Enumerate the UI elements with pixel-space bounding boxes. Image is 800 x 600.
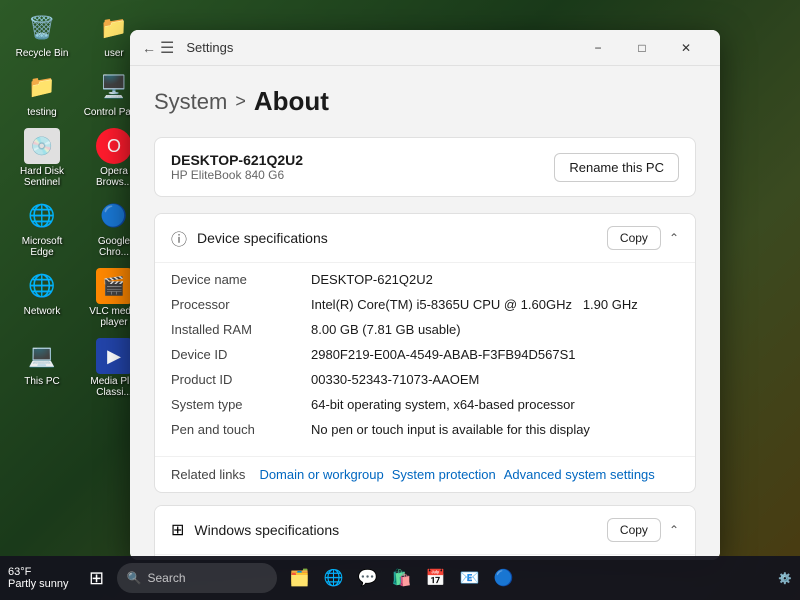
weather-temp: 63°F	[8, 566, 31, 578]
windows-specs-section: ⊞ Windows specifications Copy ⌃ Edition …	[154, 505, 696, 560]
domain-workgroup-link[interactable]: Domain or workgroup	[257, 467, 385, 482]
desktop-icons: 🗑️ Recycle Bin 📁 user 📁 testing 🖥️ Contr…	[10, 10, 146, 398]
page-header: System > About	[154, 86, 696, 117]
table-row: Device ID 2980F219-E00A-4549-ABAB-F3FB94…	[171, 342, 679, 367]
pc-name-info: DESKTOP-621Q2U2 HP EliteBook 840 G6	[171, 152, 303, 182]
device-spec-table: Device name DESKTOP-621Q2U2 Processor In…	[155, 262, 695, 456]
breadcrumb-separator: >	[235, 91, 246, 112]
hard-disk-sentinel-icon[interactable]: 💿 Hard Disk Sentinel	[10, 128, 74, 188]
microsoft-edge-icon[interactable]: 🌐 Microsoft Edge	[10, 198, 74, 258]
table-row: System type 64-bit operating system, x64…	[171, 392, 679, 417]
device-specs-header[interactable]: ⓘ Device specifications Copy ⌃	[155, 214, 695, 262]
taskbar-edge-icon[interactable]: 🌐	[319, 563, 349, 593]
maximize-button[interactable]: □	[620, 30, 664, 66]
settings-tray-icon[interactable]: ⚙️	[778, 572, 792, 585]
table-row: Processor Intel(R) Core(TM) i5-8365U CPU…	[171, 292, 679, 317]
taskbar-calendar-icon[interactable]: 📅	[421, 563, 451, 593]
taskbar-store-icon[interactable]: 🛍️	[387, 563, 417, 593]
nav-buttons: ← ☰	[142, 38, 174, 58]
section-header-right: Copy ⌃	[607, 226, 679, 250]
pc-model: HP EliteBook 840 G6	[171, 168, 303, 182]
table-row: Pen and touch No pen or touch input is a…	[171, 417, 679, 442]
close-button[interactable]: ✕	[664, 30, 708, 66]
windows-logo-icon: ⊞	[171, 520, 184, 540]
taskbar-pinned-icons: 🗂️ 🌐 💬 🛍️ 📅 📧 🔵	[285, 563, 519, 593]
minimize-button[interactable]: −	[576, 30, 620, 66]
taskbar-teams-icon[interactable]: 💬	[353, 563, 383, 593]
network-icon[interactable]: 🌐 Network	[10, 268, 74, 328]
section-header-left: ⓘ Device specifications	[171, 226, 328, 250]
taskbar-mail-icon[interactable]: 📧	[455, 563, 485, 593]
pc-name-card: DESKTOP-621Q2U2 HP EliteBook 840 G6 Rena…	[154, 137, 696, 197]
taskbar: 63°F Partly sunny ⊞ 🔍 Search 🗂️ 🌐 💬 🛍️ 📅…	[0, 556, 800, 600]
chevron-up-icon: ⌃	[669, 231, 679, 245]
weather-desc: Partly sunny	[8, 578, 69, 590]
pc-name: DESKTOP-621Q2U2	[171, 152, 303, 168]
taskbar-tray: ⚙️	[778, 572, 792, 585]
info-icon: ⓘ	[171, 226, 187, 250]
window-title: Settings	[186, 40, 233, 55]
this-pc-icon[interactable]: 💻 This PC	[10, 338, 74, 398]
desktop: 🗑️ Recycle Bin 📁 user 📁 testing 🖥️ Contr…	[0, 0, 800, 600]
windows-specs-header[interactable]: ⊞ Windows specifications Copy ⌃	[155, 506, 695, 554]
main-content: System > About DESKTOP-621Q2U2 HP EliteB…	[130, 66, 720, 560]
windows-header-right: Copy ⌃	[607, 518, 679, 542]
taskbar-chrome-icon[interactable]: 🔵	[489, 563, 519, 593]
breadcrumb-system[interactable]: System	[154, 89, 227, 115]
taskbar-search[interactable]: 🔍 Search	[117, 563, 277, 593]
table-row: Product ID 00330-52343-71073-AAOEM	[171, 367, 679, 392]
content-area: System > About DESKTOP-621Q2U2 HP EliteB…	[130, 66, 720, 560]
taskbar-widgets-icon[interactable]: 🗂️	[285, 563, 315, 593]
settings-window: ← ☰ Settings − □ ✕ System > About	[130, 30, 720, 560]
windows-specs-copy-button[interactable]: Copy	[607, 518, 661, 542]
device-specs-copy-button[interactable]: Copy	[607, 226, 661, 250]
testing-icon[interactable]: 📁 testing	[10, 69, 74, 118]
related-links-label: Related links	[171, 467, 245, 482]
search-icon: 🔍	[127, 571, 142, 585]
title-bar: ← ☰ Settings − □ ✕	[130, 30, 720, 66]
windows-specs-title: Windows specifications	[194, 522, 339, 538]
search-label: Search	[147, 571, 185, 585]
device-specs-section: ⓘ Device specifications Copy ⌃ Device na…	[154, 213, 696, 493]
back-icon[interactable]: ←	[142, 40, 156, 56]
page-title: About	[254, 86, 329, 117]
table-row: Device name DESKTOP-621Q2U2	[171, 267, 679, 292]
related-links: Related links Domain or workgroup System…	[155, 456, 695, 492]
advanced-system-settings-link[interactable]: Advanced system settings	[502, 467, 657, 482]
menu-icon[interactable]: ☰	[160, 38, 174, 58]
start-button[interactable]: ⊞	[81, 562, 113, 594]
taskbar-weather: 63°F Partly sunny	[8, 566, 69, 590]
rename-pc-button[interactable]: Rename this PC	[554, 153, 679, 182]
system-protection-link[interactable]: System protection	[390, 467, 498, 482]
device-specs-title: Device specifications	[197, 230, 328, 246]
table-row: Installed RAM 8.00 GB (7.81 GB usable)	[171, 317, 679, 342]
windows-header-left: ⊞ Windows specifications	[171, 520, 339, 540]
chevron-up-icon-2: ⌃	[669, 523, 679, 537]
window-controls: − □ ✕	[576, 30, 708, 66]
recycle-bin-icon[interactable]: 🗑️ Recycle Bin	[10, 10, 74, 59]
